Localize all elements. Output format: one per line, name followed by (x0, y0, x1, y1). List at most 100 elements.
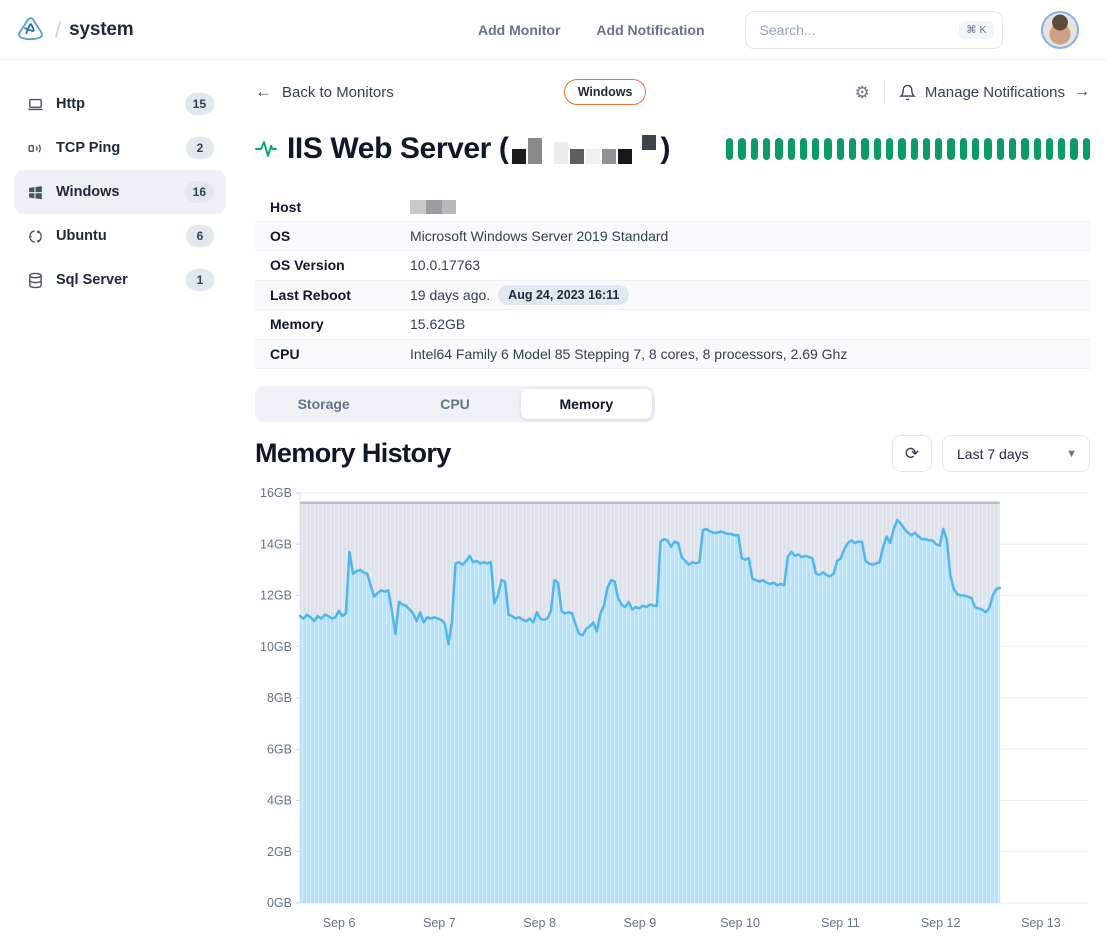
sidebar-item-windows[interactable]: Windows16 (14, 170, 226, 214)
back-label: Back to Monitors (282, 84, 394, 101)
status-bar (763, 138, 770, 160)
detail-label: OS (255, 228, 410, 244)
svg-text:Sep 13: Sep 13 (1021, 916, 1061, 930)
manage-notifications-link[interactable]: Manage Notifications → (899, 83, 1090, 101)
detail-row-os-version: OS Version10.0.17763 (255, 251, 1090, 281)
status-bar (1046, 138, 1053, 160)
detail-row-cpu: CPUIntel64 Family 6 Model 85 Stepping 7,… (255, 340, 1090, 370)
detail-row-last-reboot: Last Reboot19 days ago.Aug 24, 2023 16:1… (255, 281, 1090, 311)
detail-row-memory: Memory15.62GB (255, 310, 1090, 340)
monitor-title-row: IIS Web Server ( ) (255, 132, 1090, 166)
detail-label: Last Reboot (255, 287, 410, 303)
settings-gear-icon[interactable]: ⚙ (855, 84, 870, 101)
app-logo-icon (14, 13, 47, 46)
detail-value: 15.62GB (410, 316, 465, 332)
detail-value: Microsoft Windows Server 2019 Standard (410, 228, 668, 244)
status-bar (960, 138, 967, 160)
tab-storage[interactable]: Storage (258, 389, 389, 419)
search-box[interactable]: ⌘ K (745, 11, 1003, 49)
status-bar (1058, 138, 1065, 160)
back-to-monitors-link[interactable]: ← Back to Monitors (255, 82, 394, 102)
detail-label: Host (255, 199, 410, 215)
brand[interactable]: / system (14, 13, 240, 46)
metric-tabs: StorageCPUMemory (255, 386, 655, 422)
signal-icon (26, 140, 44, 157)
status-bar (775, 138, 782, 160)
detail-label: OS Version (255, 257, 410, 273)
detail-label: Memory (255, 316, 410, 332)
windows-icon (26, 184, 44, 201)
chart-controls: ⟳ Last 7 days ▼ (892, 435, 1090, 472)
toolbar-right: ⚙ Manage Notifications → (855, 81, 1090, 103)
sidebar-item-tcp-ping[interactable]: TCP Ping 2 (14, 126, 226, 170)
sidebar-item-count-badge: 16 (185, 181, 214, 203)
app-title: system (69, 19, 133, 41)
svg-text:8GB: 8GB (267, 691, 292, 705)
refresh-button[interactable]: ⟳ (892, 435, 932, 472)
laptop-icon (26, 96, 44, 113)
svg-text:4GB: 4GB (267, 794, 292, 808)
svg-text:Sep 9: Sep 9 (624, 916, 657, 930)
status-bar (972, 138, 979, 160)
search-shortcut-kbd: ⌘ K (959, 21, 993, 39)
sidebar-item-label: TCP Ping (56, 140, 174, 156)
sidebar-item-http[interactable]: Http15 (14, 82, 226, 126)
sidebar-item-label: Sql Server (56, 272, 174, 288)
time-range-select[interactable]: Last 7 days ▼ (942, 435, 1090, 472)
status-bar (738, 138, 745, 160)
status-bar (1021, 138, 1028, 160)
user-avatar[interactable] (1041, 11, 1079, 49)
status-bar (1009, 138, 1016, 160)
manage-label: Manage Notifications (925, 84, 1065, 101)
tab-memory[interactable]: Memory (521, 389, 652, 419)
status-bar (886, 138, 893, 160)
sidebar-item-count-badge: 6 (186, 225, 214, 247)
pulse-icon (255, 138, 277, 160)
sidebar-item-sql-server[interactable]: Sql Server 1 (14, 258, 226, 302)
add-notification-link[interactable]: Add Notification (596, 22, 704, 38)
sidebar-item-count-badge: 1 (186, 269, 214, 291)
status-bar (837, 138, 844, 160)
breadcrumb-slash: / (55, 17, 61, 43)
status-bar (788, 138, 795, 160)
date-badge: Aug 24, 2023 16:11 (498, 285, 629, 305)
monitor-type-badge[interactable]: Windows (564, 79, 647, 105)
status-bar (1070, 138, 1077, 160)
status-bar (812, 138, 819, 160)
database-icon (26, 272, 44, 289)
svg-text:Sep 12: Sep 12 (921, 916, 961, 930)
svg-text:12GB: 12GB (260, 589, 292, 603)
toolbar-divider (884, 81, 885, 103)
sidebar-item-ubuntu[interactable]: Ubuntu6 (14, 214, 226, 258)
memory-history-chart: 0GB2GB4GB6GB8GB10GB12GB14GB16GBSep 6Sep … (255, 485, 1090, 938)
main-content: ← Back to Monitors Windows ⚙ Manage Noti… (240, 60, 1107, 938)
tab-cpu[interactable]: CPU (389, 389, 520, 419)
app-header: / system Add Monitor Add Notification ⌘ … (0, 0, 1107, 60)
time-range-value: Last 7 days (957, 446, 1029, 462)
status-bar (874, 138, 881, 160)
detail-value: Intel64 Family 6 Model 85 Stepping 7, 8 … (410, 346, 847, 362)
detail-label: CPU (255, 346, 410, 362)
status-bar (923, 138, 930, 160)
section-title: Memory History (255, 438, 451, 469)
sidebar-item-count-badge: 2 (186, 137, 214, 159)
sidebar-item-count-badge: 15 (185, 93, 214, 115)
svg-text:Sep 8: Sep 8 (523, 916, 556, 930)
svg-text:Sep 7: Sep 7 (423, 916, 456, 930)
uptime-status-bars (726, 138, 1090, 160)
status-bar (751, 138, 758, 160)
svg-text:Sep 6: Sep 6 (323, 916, 356, 930)
detail-row-os: OSMicrosoft Windows Server 2019 Standard (255, 222, 1090, 252)
status-bar (997, 138, 1004, 160)
status-bar (726, 138, 733, 160)
status-bar (1034, 138, 1041, 160)
search-input[interactable] (760, 22, 960, 38)
status-bar (1083, 138, 1090, 160)
status-bar (984, 138, 991, 160)
svg-text:Sep 11: Sep 11 (821, 916, 860, 930)
svg-text:14GB: 14GB (260, 537, 292, 551)
redacted-monitor-name (512, 135, 656, 164)
back-arrow-icon: ← (255, 82, 272, 102)
status-bar (911, 138, 918, 160)
add-monitor-link[interactable]: Add Monitor (478, 22, 560, 38)
